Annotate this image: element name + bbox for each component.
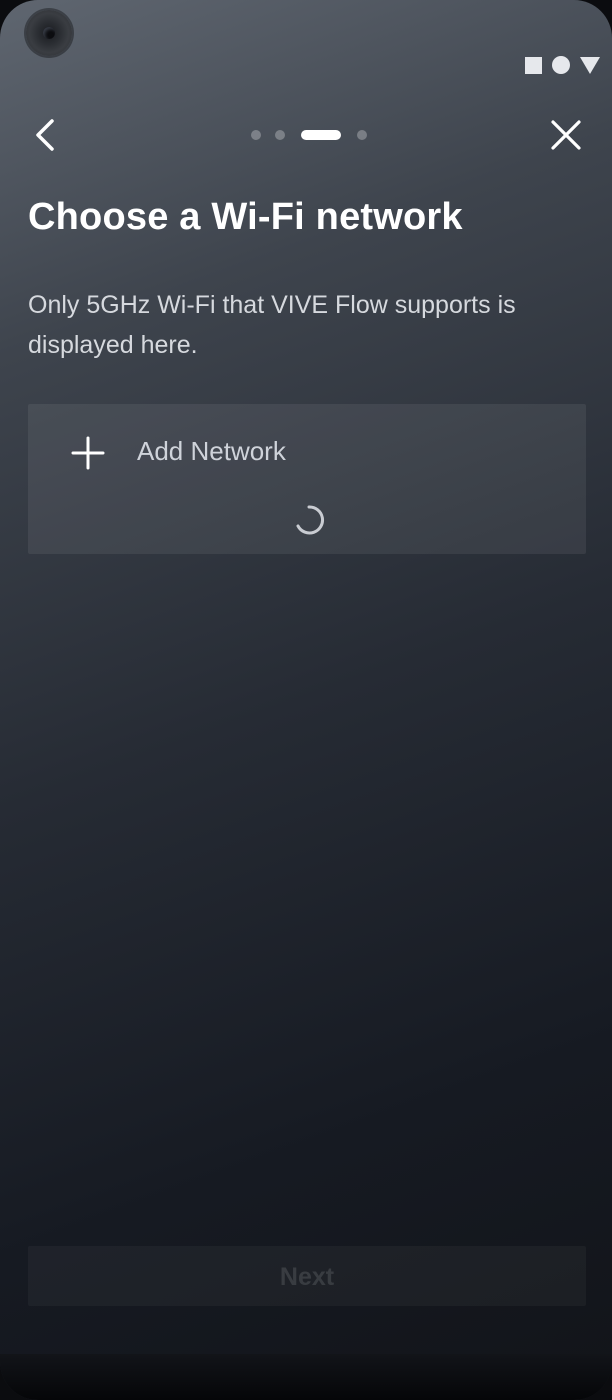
step-dot xyxy=(357,130,367,140)
add-network-label: Add Network xyxy=(137,436,286,466)
square-icon xyxy=(525,56,542,74)
triangle-icon xyxy=(580,56,600,74)
page-description: Only 5GHz Wi-Fi that VIVE Flow supports … xyxy=(28,291,516,359)
top-navigation xyxy=(0,110,612,160)
back-button[interactable] xyxy=(26,115,66,155)
phone-screen: Choose a Wi-Fi network Only 5GHz Wi-Fi t… xyxy=(0,0,612,1400)
page-title: Choose a Wi-Fi network xyxy=(28,196,463,238)
step-indicator xyxy=(251,130,367,140)
status-bar xyxy=(525,56,600,74)
add-network-button[interactable]: Add Network xyxy=(28,404,586,498)
close-button[interactable] xyxy=(546,115,586,155)
network-list: Add Network xyxy=(28,404,586,554)
plus-icon xyxy=(71,436,105,470)
next-button[interactable]: Next xyxy=(28,1246,586,1306)
close-icon xyxy=(551,120,581,150)
loading-spinner-icon xyxy=(296,505,325,535)
front-camera xyxy=(26,10,72,56)
bottom-bezel xyxy=(0,1354,612,1400)
step-dot xyxy=(251,130,261,140)
step-dot-active xyxy=(301,130,341,140)
chevron-left-icon xyxy=(36,119,54,151)
step-dot xyxy=(275,130,285,140)
circle-icon xyxy=(552,56,570,74)
